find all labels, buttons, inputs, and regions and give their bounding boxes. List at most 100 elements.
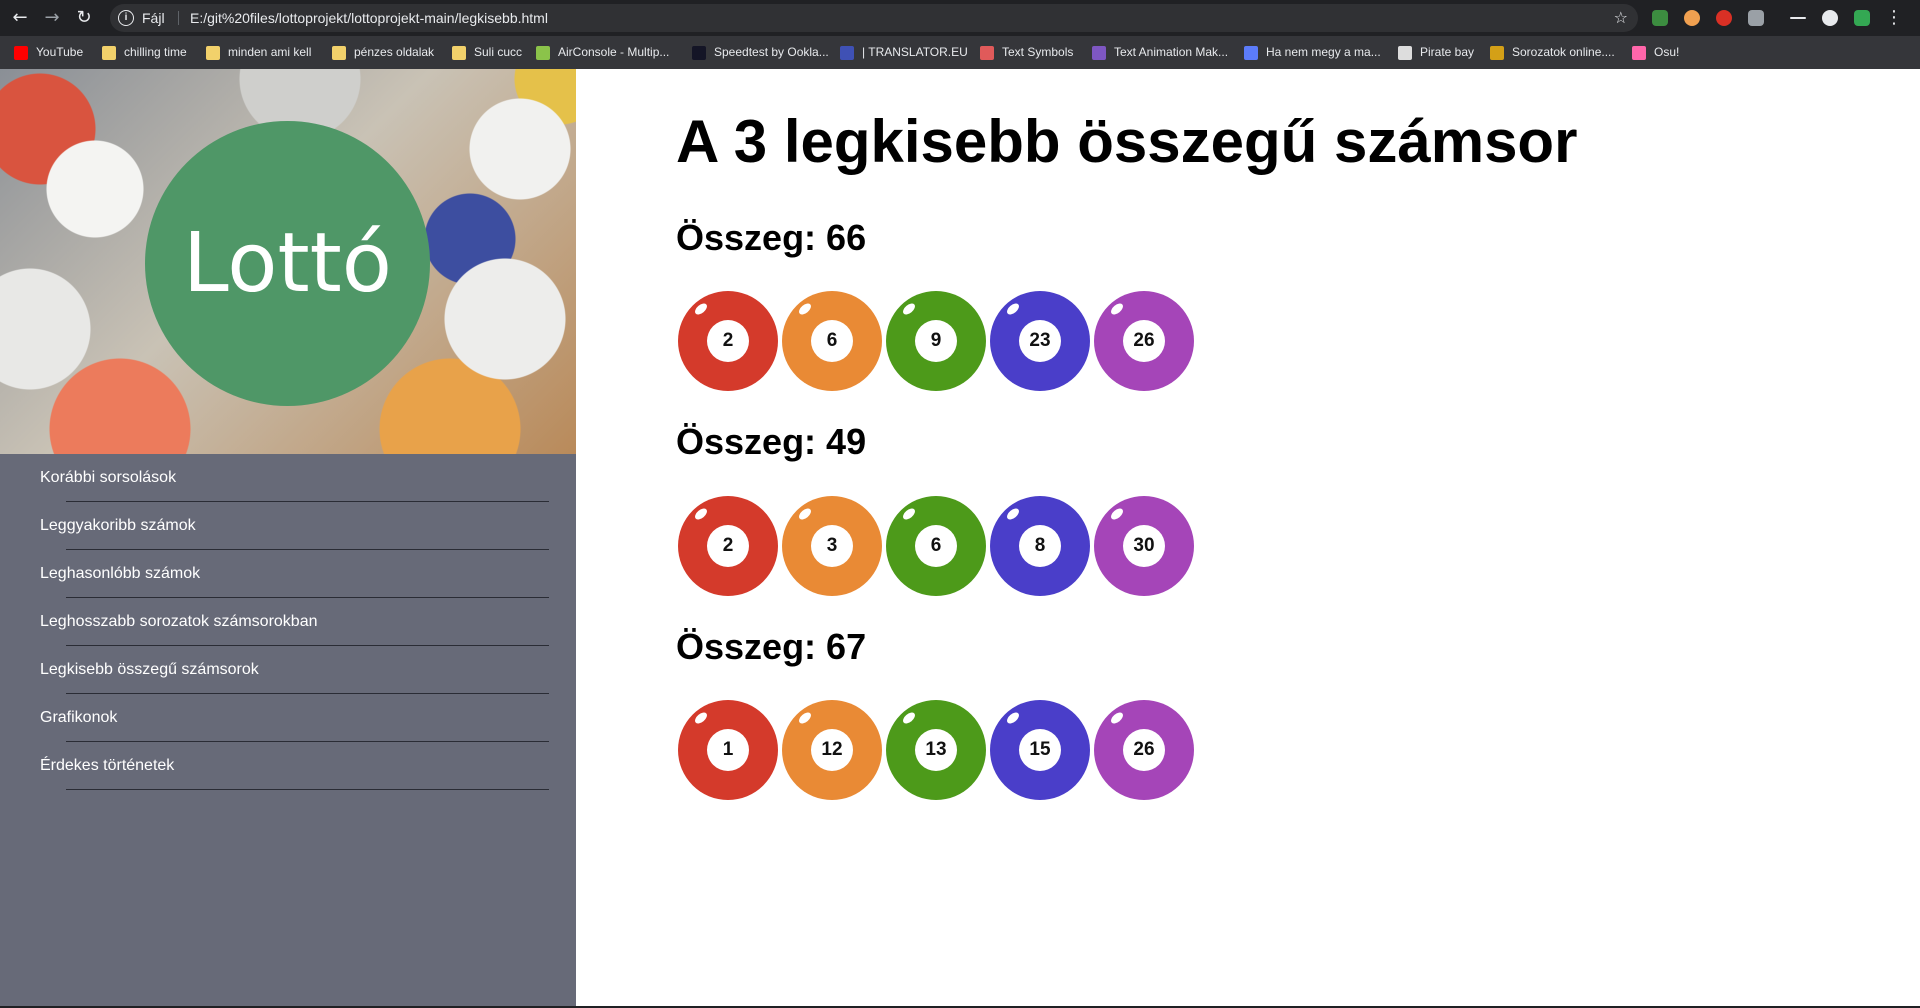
ball-highlight xyxy=(1005,506,1021,522)
bookmark-label: Ha nem megy a ma... xyxy=(1266,45,1381,59)
extension-icon[interactable] xyxy=(1652,10,1668,26)
sidebar-menu-label: Leghasonlóbb számok xyxy=(40,565,201,582)
ball-highlight xyxy=(1005,710,1021,726)
ball-highlight xyxy=(901,301,917,317)
profile-icon[interactable] xyxy=(1822,10,1838,26)
ball-highlight xyxy=(797,506,813,522)
sidebar-menu-label: Érdekes történetek xyxy=(40,757,175,774)
bookmarks-bar: YouTube chilling time minden ami kell pénze… xyxy=(0,36,1920,69)
bookmark-label: Speedtest by Ookla... xyxy=(714,45,829,59)
sidebar-menu-item[interactable]: Legkisebb összegű számsorok xyxy=(0,646,576,694)
sidebar-menu-label: Grafikonok xyxy=(40,709,118,726)
ball-highlight xyxy=(1109,506,1125,522)
sidebar: Lottó Korábbi sorsolások Leggyakoribb szá… xyxy=(0,69,576,1008)
url-scheme: Fájl xyxy=(142,10,165,26)
bookmark-item[interactable]: Pirate bay xyxy=(1398,36,1474,69)
sum-heading: Összeg: 67 xyxy=(676,626,867,667)
lotto-ball: 9 xyxy=(886,291,986,391)
bookmark-item[interactable]: Text Animation Mak... xyxy=(1092,36,1228,69)
sidebar-menu-item[interactable]: Leggyakoribb számok xyxy=(0,502,576,550)
bookmark-item[interactable]: chilling time xyxy=(102,36,187,69)
bookmark-label: Text Animation Mak... xyxy=(1114,45,1229,59)
bookmark-item[interactable]: YouTube xyxy=(14,36,83,69)
ball-highlight xyxy=(1005,301,1021,317)
bookmark-item[interactable]: Text Symbols xyxy=(980,36,1073,69)
lotto-ball: 8 xyxy=(990,496,1090,596)
bookmark-icon xyxy=(1632,45,1646,60)
back-icon[interactable]: ← xyxy=(8,6,32,30)
menu-dots-icon[interactable]: ⋮ xyxy=(1882,6,1906,30)
bookmark-icon xyxy=(692,45,706,60)
bookmark-item[interactable]: Suli cucc xyxy=(452,36,522,69)
bookmark-item[interactable]: pénzes oldalak xyxy=(332,36,434,69)
bookmark-icon xyxy=(536,45,550,60)
bookmark-item[interactable]: Sorozatok online.... xyxy=(1490,36,1615,69)
lotto-ball: 6 xyxy=(782,291,882,391)
bookmark-item[interactable]: | TRANSLATOR.EU xyxy=(840,36,968,69)
sidebar-menu-item[interactable]: Érdekes történetek xyxy=(0,742,576,790)
url-text[interactable]: E:/git%20files/lottoprojekt/lottoprojekt… xyxy=(190,4,548,32)
bookmark-item[interactable]: Speedtest by Ookla... xyxy=(692,36,829,69)
extension-icon[interactable] xyxy=(1854,10,1870,26)
lotto-ball: 6 xyxy=(886,496,986,596)
forward-icon[interactable]: → xyxy=(40,6,64,30)
bookmark-icon xyxy=(840,45,854,60)
lotto-ball: 26 xyxy=(1094,291,1194,391)
ball-highlight xyxy=(693,710,709,726)
bookmark-icon xyxy=(206,45,220,60)
bookmark-label: Suli cucc xyxy=(474,45,523,59)
bookmark-icon xyxy=(332,45,346,60)
sum-heading: Összeg: 49 xyxy=(676,421,867,462)
ball-number: 30 xyxy=(1123,525,1165,567)
bookmark-label: AirConsole - Multip... xyxy=(558,45,670,59)
ball-number: 2 xyxy=(707,525,749,567)
ball-number: 6 xyxy=(915,525,957,567)
url-separator xyxy=(178,11,179,25)
bookmark-label: Osu! xyxy=(1654,45,1680,59)
sidebar-menu-item[interactable]: Grafikonok xyxy=(0,694,576,742)
bookmark-label: | TRANSLATOR.EU xyxy=(862,45,968,59)
bookmark-icon xyxy=(102,45,116,60)
bookmark-icon xyxy=(452,45,466,60)
bookmark-icon xyxy=(1398,45,1412,60)
bookmark-item[interactable]: Osu! xyxy=(1632,36,1679,69)
sidebar-menu-item[interactable]: Leghosszabb sorozatok számsorokban xyxy=(0,598,576,646)
address-bar[interactable]: i Fájl E:/git%20files/lottoprojekt/lotto… xyxy=(110,4,1638,32)
ball-highlight xyxy=(1109,710,1125,726)
browser-toolbar: ← → ↻ i Fájl E:/git%20files/lottoprojekt… xyxy=(0,0,1920,36)
ball-number: 12 xyxy=(811,729,853,771)
sidebar-menu-label: Korábbi sorsolások xyxy=(40,469,177,486)
lotto-ball: 15 xyxy=(990,700,1090,800)
bookmark-star-icon[interactable]: ☆ xyxy=(1614,4,1628,32)
extension-icon[interactable] xyxy=(1684,10,1700,26)
reload-icon[interactable]: ↻ xyxy=(72,6,96,30)
page-title: A 3 legkisebb összegű számsor xyxy=(676,108,1578,175)
bookmark-label: Pirate bay xyxy=(1420,45,1475,59)
ball-number: 15 xyxy=(1019,729,1061,771)
info-icon[interactable]: i xyxy=(118,10,134,26)
bookmark-label: Sorozatok online.... xyxy=(1512,45,1615,59)
ball-number: 2 xyxy=(707,320,749,362)
ball-number: 1 xyxy=(707,729,749,771)
sidebar-menu-label: Leghosszabb sorozatok számsorokban xyxy=(40,613,318,630)
extension-icon[interactable] xyxy=(1748,10,1764,26)
ball-number: 3 xyxy=(811,525,853,567)
bookmark-icon xyxy=(1490,45,1504,60)
bookmark-item[interactable]: AirConsole - Multip... xyxy=(536,36,669,69)
bookmark-label: Text Symbols xyxy=(1002,45,1074,59)
sidebar-menu-item[interactable]: Leghasonlóbb számok xyxy=(0,550,576,598)
ball-highlight xyxy=(1109,301,1125,317)
lotto-ball: 2 xyxy=(678,291,778,391)
logo[interactable]: Lottó xyxy=(145,121,430,406)
sidebar-menu-item[interactable]: Korábbi sorsolások xyxy=(0,454,576,502)
bookmark-label: YouTube xyxy=(36,45,84,59)
bookmark-icon xyxy=(14,45,28,60)
ball-highlight xyxy=(693,506,709,522)
bookmark-label: minden ami kell xyxy=(228,45,312,59)
lotto-ball: 23 xyxy=(990,291,1090,391)
lotto-ball: 13 xyxy=(886,700,986,800)
bookmark-item[interactable]: minden ami kell xyxy=(206,36,311,69)
extension-icon[interactable] xyxy=(1716,10,1732,26)
media-control-icon[interactable] xyxy=(1790,17,1806,19)
bookmark-item[interactable]: Ha nem megy a ma... xyxy=(1244,36,1381,69)
